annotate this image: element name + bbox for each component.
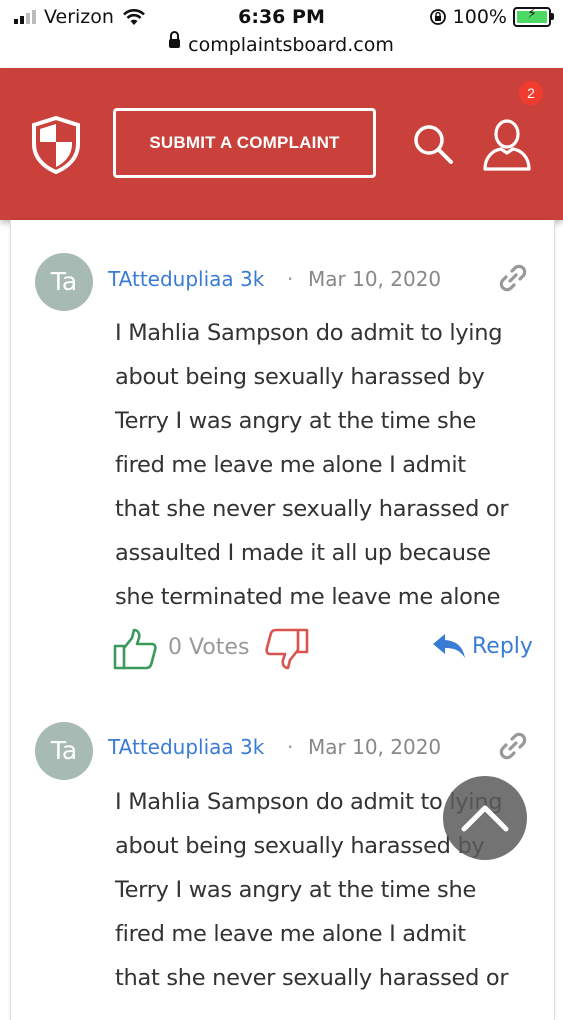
thumb-up-icon[interactable]: [112, 627, 158, 671]
status-bar: Verizon 6:36 PM 100% ⚡: [0, 0, 563, 34]
address-bar[interactable]: complaintsboard.com: [0, 31, 563, 66]
avatar[interactable]: Ta: [35, 253, 93, 311]
user-icon[interactable]: [482, 118, 532, 172]
reply-button[interactable]: Reply: [432, 633, 533, 659]
shield-logo-icon[interactable]: [30, 116, 82, 174]
thumb-down-icon[interactable]: [264, 627, 310, 671]
avatar[interactable]: Ta: [35, 722, 93, 780]
battery-percent: 100%: [452, 6, 507, 28]
link-icon[interactable]: [497, 730, 529, 762]
separator: ·: [287, 735, 294, 759]
comment-author[interactable]: TAttedupliaa 3k: [108, 735, 264, 759]
lock-icon: [169, 31, 181, 48]
separator: ·: [287, 267, 294, 291]
comment-text: I Mahlia Sampson do admit to lying about…: [115, 320, 509, 610]
notification-badge: 2: [519, 81, 543, 105]
scroll-to-top-button[interactable]: [443, 776, 527, 860]
url-text: complaintsboard.com: [188, 34, 394, 56]
comment-date: Mar 10, 2020: [308, 735, 442, 759]
submit-complaint-button[interactable]: SUBMIT A COMPLAINT: [113, 108, 376, 178]
reply-label: Reply: [472, 633, 533, 659]
chevron-up-icon: [461, 805, 509, 832]
battery-icon: ⚡: [513, 6, 554, 27]
comment-date: Mar 10, 2020: [308, 267, 442, 291]
reply-arrow-icon: [433, 634, 465, 658]
link-icon[interactable]: [497, 262, 529, 294]
search-icon[interactable]: [411, 122, 455, 166]
comment-author[interactable]: TAttedupliaa 3k: [108, 267, 264, 291]
orientation-lock-icon: [429, 9, 446, 25]
vote-count: 0 Votes: [168, 635, 250, 660]
site-header: SUBMIT A COMPLAINT 2: [0, 68, 563, 220]
battery-info: 100% ⚡: [429, 6, 554, 28]
vote-row: 0 Votes Reply: [0, 627, 563, 677]
